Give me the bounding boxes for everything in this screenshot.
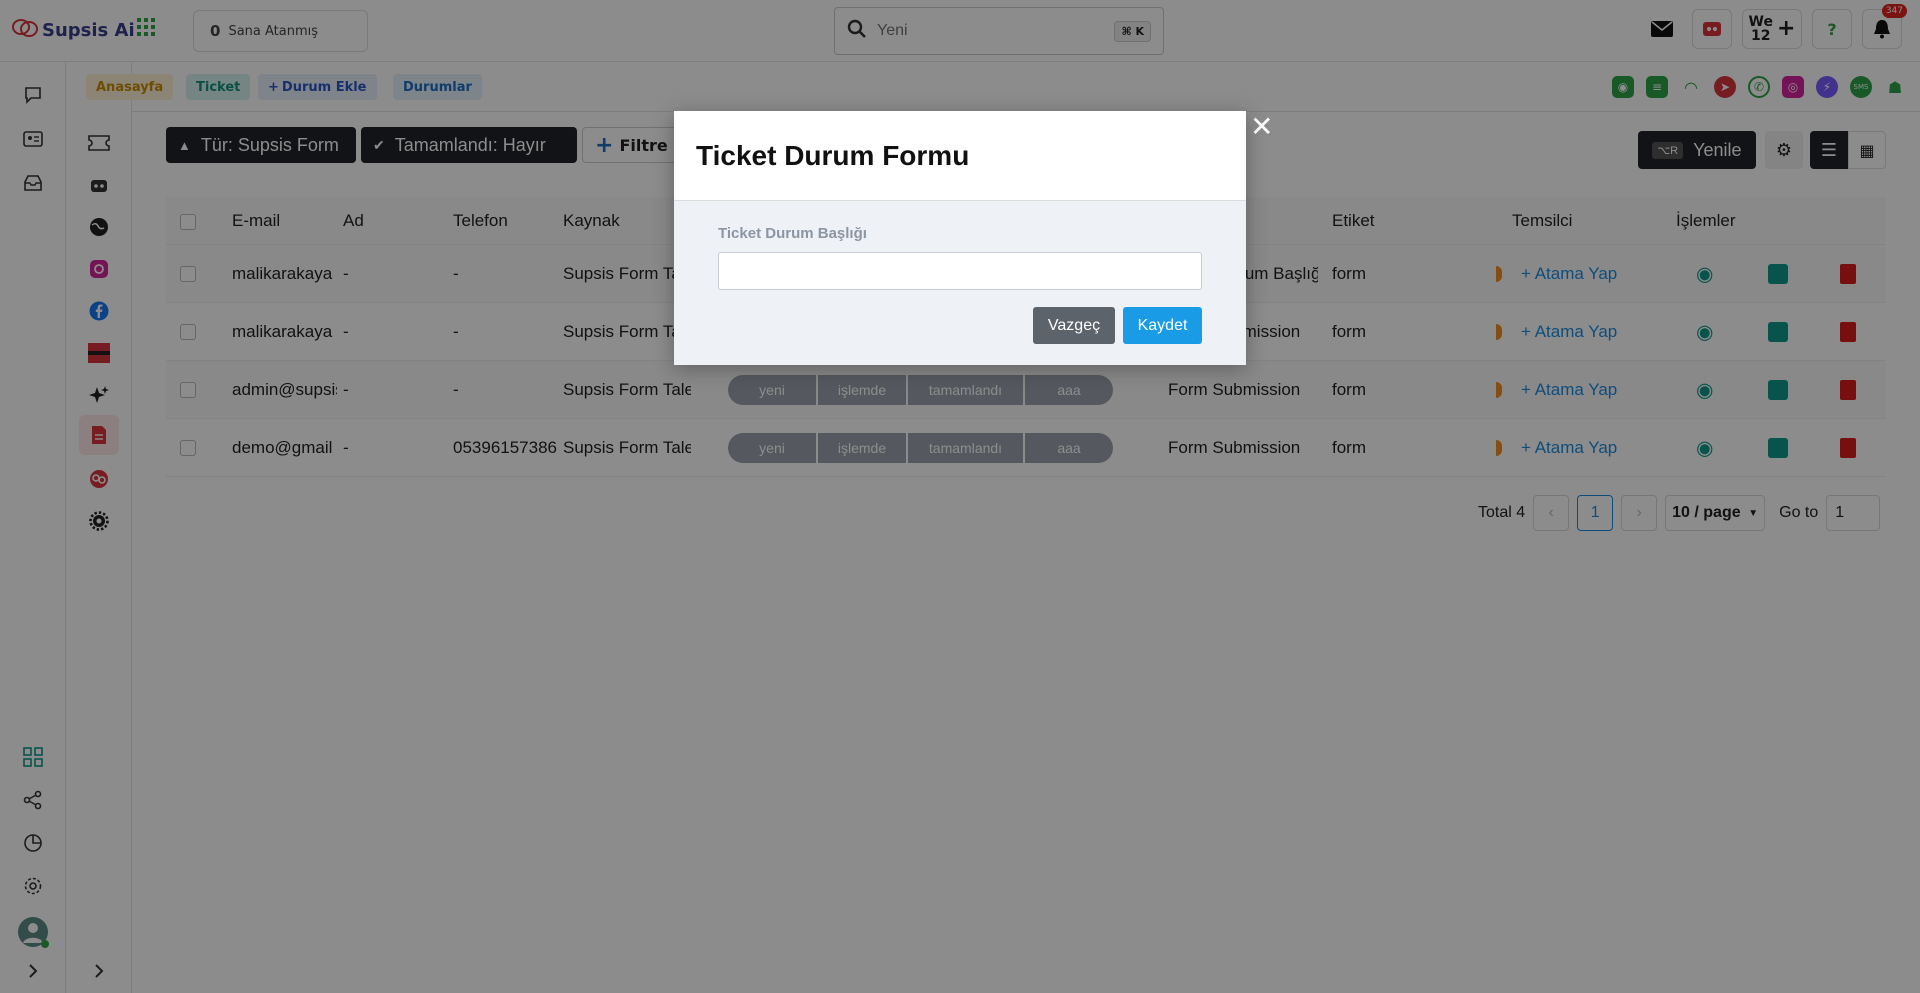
modal-title: Ticket Durum Formu <box>696 139 970 171</box>
status-title-label: Ticket Durum Başlığı <box>718 225 867 242</box>
close-icon[interactable]: ✕ <box>1250 113 1273 141</box>
cancel-button[interactable]: Vazgeç <box>1033 307 1115 344</box>
modal-header: Ticket Durum Formu <box>674 111 1246 201</box>
ticket-status-modal: Ticket Durum Formu Ticket Durum Başlığı … <box>674 111 1246 365</box>
status-title-input[interactable] <box>718 252 1202 290</box>
save-button[interactable]: Kaydet <box>1123 307 1202 344</box>
modal-body: Ticket Durum Başlığı Vazgeç Kaydet <box>674 201 1246 365</box>
